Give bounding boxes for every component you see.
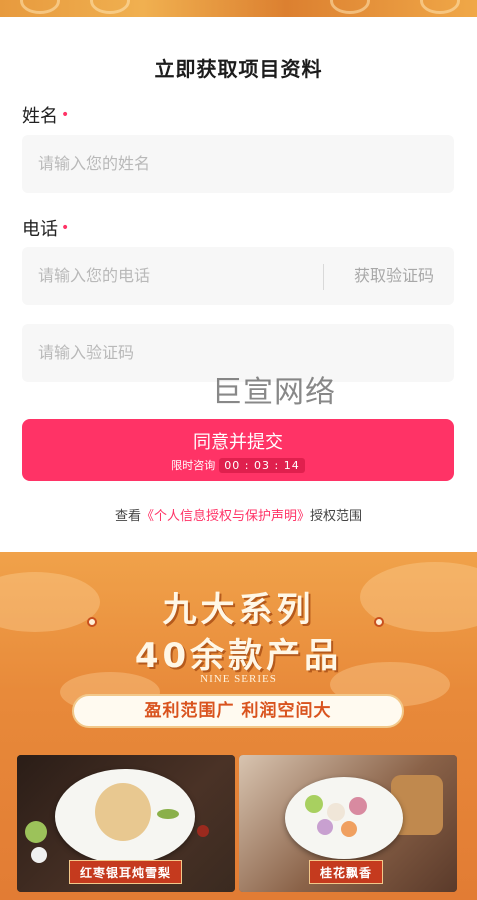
code-input-placeholder: 请输入验证码: [38, 343, 135, 362]
countdown: 限时咨询 00 : 03 : 14: [22, 457, 454, 473]
name-label: 姓名 •: [22, 106, 70, 127]
required-mark: •: [61, 107, 70, 123]
name-input[interactable]: 请输入您的姓名: [22, 135, 454, 193]
phone-label: 电话 •: [22, 219, 70, 240]
top-banner-strip: [0, 0, 477, 17]
banner-pill: 盈利范围广 利润空间大: [72, 694, 404, 728]
phone-input-placeholder: 请输入您的电话: [38, 266, 151, 285]
privacy-policy-link[interactable]: 《个人信息授权与保护声明》: [141, 509, 310, 524]
get-code-button[interactable]: 获取验证码: [354, 247, 434, 305]
product-name: 红枣银耳炖雪梨: [69, 860, 183, 884]
name-input-placeholder: 请输入您的姓名: [38, 154, 151, 173]
phone-input[interactable]: 请输入您的电话 获取验证码: [22, 247, 454, 305]
product-name: 桂花飘香: [309, 860, 384, 884]
lead-form: 立即获取项目资料 姓名 • 请输入您的姓名 电话 • 请输入您的电话 获取验证码 请…: [0, 17, 477, 552]
countdown-timer: 00 : 03 : 14: [219, 458, 305, 473]
form-title: 立即获取项目资料: [154, 57, 323, 81]
field-divider: [323, 264, 324, 290]
banner-title-line1: 九大系列: [162, 590, 315, 630]
product-card: 红枣银耳炖雪梨: [17, 755, 235, 892]
required-mark: •: [61, 220, 70, 236]
page: 立即获取项目资料 姓名 • 请输入您的姓名 电话 • 请输入您的电话 获取验证码 请…: [0, 0, 477, 900]
consent-text: 查看《个人信息授权与保护声明》授权范围: [114, 509, 363, 524]
submit-button[interactable]: 同意并提交 限时咨询 00 : 03 : 14: [22, 419, 454, 481]
banner-title-line2: 40余款产品: [134, 636, 343, 676]
product-banner: 九大系列 40余款产品 NINE SERIES 盈利范围广 利润空间大 红枣银耳…: [0, 552, 477, 900]
submit-button-label: 同意并提交: [193, 432, 283, 453]
banner-subtitle-en: NINE SERIES: [200, 673, 277, 685]
product-card: 桂花飘香: [239, 755, 457, 892]
countdown-label: 限时咨询: [171, 459, 216, 472]
watermark: 巨宣网络: [212, 375, 336, 410]
